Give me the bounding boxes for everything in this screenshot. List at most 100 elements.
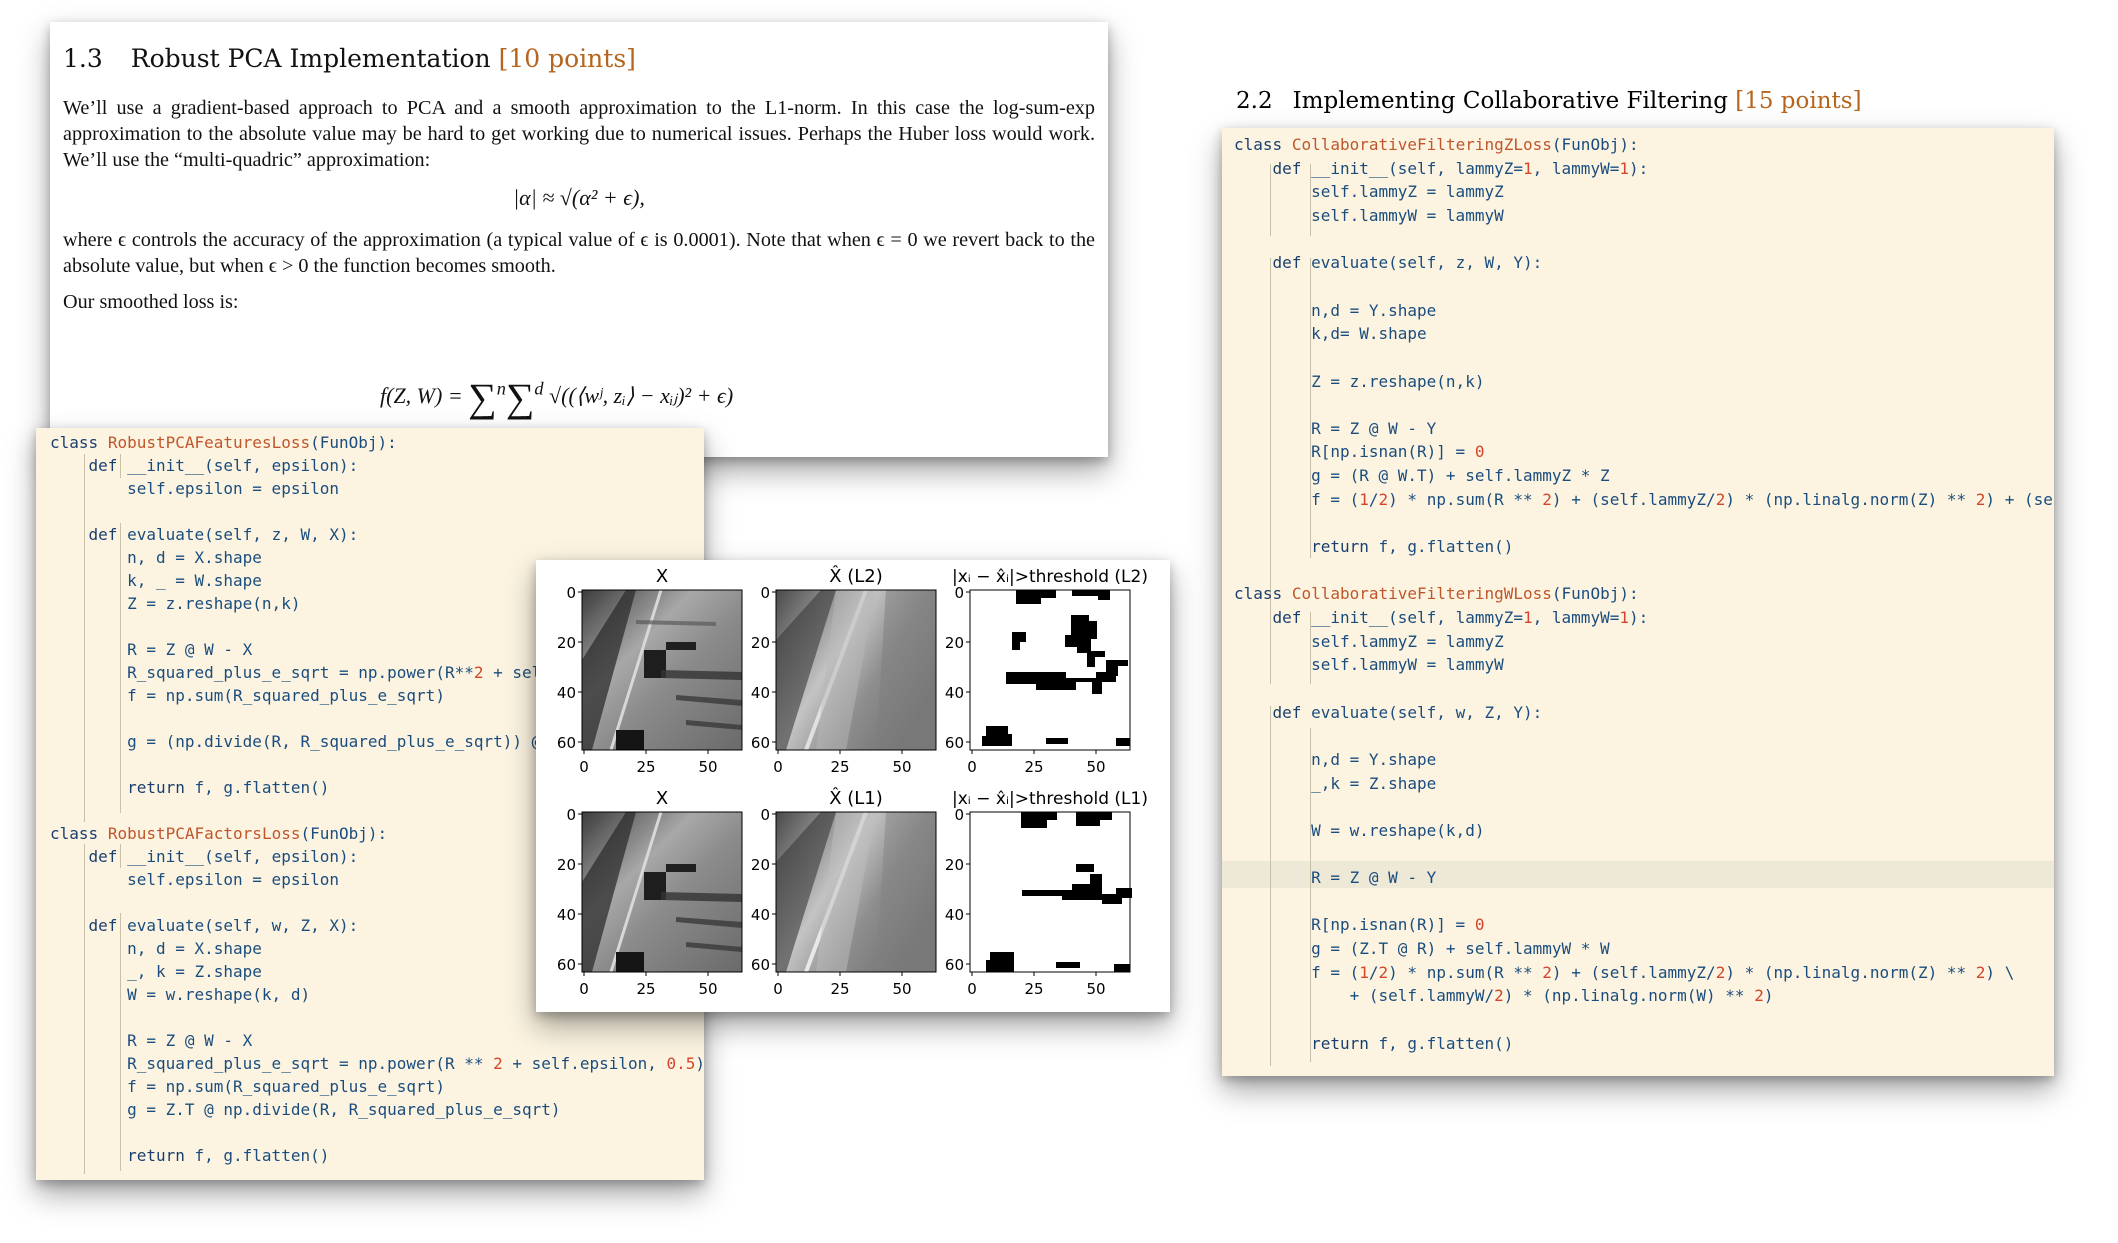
x-tick-label: 0: [773, 980, 783, 998]
x-tick-label: 0: [773, 758, 783, 776]
cf-code-line: R = Z @ W - Y: [1234, 868, 1437, 888]
cf-code-line: def __init__(self, lammyZ=1, lammyW=1):: [1272, 608, 1649, 627]
cf-code-line: n,d = Y.shape: [1234, 300, 1437, 320]
pca-code-line: R_squared_plus_e_sqrt = np.power(R**2 + …: [50, 663, 551, 682]
pca-code-line: self.epsilon = epsilon: [50, 870, 339, 889]
car-shape: [616, 952, 644, 972]
paragraph-approach: We’ll use a gradient-based approach to P…: [63, 97, 1095, 171]
cf-section-heading: 2.2 Implementing Collaborative Filtering …: [1222, 80, 1894, 128]
cf-code-line: self.lammyZ = lammyZ: [1234, 182, 1504, 202]
x-tick-label: 0: [967, 980, 977, 998]
x-tick-label: 50: [892, 980, 911, 998]
sum-upper-d: d: [534, 378, 544, 399]
pca-code-line: k, _ = W.shape: [50, 571, 262, 590]
cf-code-line: return f, g.flatten(): [1311, 1033, 1514, 1053]
y-tick-label: 0: [954, 584, 964, 602]
subplot-title: X: [656, 788, 668, 809]
section-number: 1.3: [63, 44, 103, 73]
subplot-xhat-l1: [775, 811, 937, 973]
subplot-xhat-l2: [775, 589, 937, 751]
equation-lhs: f(Z, W) =: [380, 383, 469, 408]
pca-code-line: def evaluate(self, w, Z, X):: [88, 916, 359, 935]
y-tick-label: 60: [945, 956, 964, 974]
cf-code-line: + (self.lammyW/2) * (np.linalg.norm(W) *…: [1234, 986, 1774, 1006]
y-tick-label: 20: [945, 856, 964, 874]
section-points: [10 points]: [498, 44, 636, 73]
x-tick-label: 50: [698, 980, 717, 998]
sum-upper-n: n: [496, 378, 506, 399]
x-tick-label: 50: [698, 758, 717, 776]
cf-code-line: R[np.isnan(R)] = 0: [1234, 442, 1485, 462]
y-tick-label: 0: [566, 806, 576, 824]
y-tick-label: 60: [751, 734, 770, 752]
pca-code-line: return f, g.flatten(): [127, 1146, 330, 1165]
subplot-title: X̂ (L2): [829, 566, 883, 587]
pca-code-line: def __init__(self, epsilon):: [88, 456, 359, 475]
y-tick-label: 60: [557, 956, 576, 974]
cf-code-line: k,d= W.shape: [1234, 324, 1427, 344]
cf-code-line: self.lammyW = lammyW: [1234, 205, 1504, 225]
pca-code-line: def evaluate(self, z, W, X):: [88, 525, 359, 544]
pca-code-line: class RobustPCAFeaturesLoss(FunObj):: [50, 433, 397, 452]
cf-section-title: Implementing Collaborative Filtering: [1292, 88, 1728, 114]
y-tick-label: 20: [557, 634, 576, 652]
pca-code-line: R = Z @ W - X: [50, 1031, 253, 1050]
cf-code-line: g = (R @ W.T) + self.lammyZ * Z: [1234, 466, 1610, 486]
y-tick-label: 40: [751, 906, 770, 924]
paragraph-loss: Our smoothed loss is:: [63, 291, 239, 313]
subplot-x-bottom: [581, 811, 743, 973]
y-tick-label: 0: [760, 806, 770, 824]
cf-code-line: def __init__(self, lammyZ=1, lammyW=1):: [1272, 158, 1649, 178]
y-tick-label: 60: [557, 734, 576, 752]
x-tick-label: 25: [830, 980, 849, 998]
pca-code-line: f = np.sum(R_squared_plus_e_sqrt): [50, 686, 445, 705]
y-tick-label: 40: [751, 684, 770, 702]
sum-symbol-j: ∑: [505, 375, 535, 420]
x-tick-label: 50: [1086, 980, 1105, 998]
x-tick-label: 0: [579, 980, 589, 998]
cf-code-line: class CollaborativeFilteringWLoss(FunObj…: [1234, 584, 1639, 604]
pca-code-line: class RobustPCAFactorsLoss(FunObj):: [50, 824, 388, 843]
cf-code-line: def evaluate(self, w, Z, Y):: [1272, 702, 1543, 722]
cf-code-line: return f, g.flatten(): [1311, 537, 1514, 557]
reconstruction-figure: X 0 20 40 60 0 25 50 X̂ (L2) 0 20 40 60 0 25 50 |xᵢ − x̂…: [536, 560, 1170, 1012]
pca-code-line: W = w.reshape(k, d): [50, 985, 311, 1004]
section-heading: 1.3 Robust PCA Implementation [10 points]: [63, 44, 1095, 73]
y-tick-label: 0: [566, 584, 576, 602]
car-shape: [616, 730, 644, 750]
cf-code-line: g = (Z.T @ R) + self.lammyW * W: [1234, 939, 1610, 959]
y-tick-label: 40: [557, 684, 576, 702]
pca-code-line: g = (np.divide(R, R_squared_plus_e_sqrt)…: [50, 732, 561, 751]
pca-code-line: R_squared_plus_e_sqrt = np.power(R ** 2 …: [50, 1054, 704, 1073]
x-tick-label: 25: [636, 758, 655, 776]
subplot-threshold-l1: [969, 811, 1132, 973]
x-tick-label: 25: [1024, 980, 1043, 998]
y-tick-label: 40: [557, 906, 576, 924]
equation-smoothed-loss: f(Z, W) = ∑n∑d √((⟨wʲ, zᵢ⟩ − xᵢⱼ)² + ϵ): [380, 374, 733, 421]
cf-section-points: [15 points]: [1735, 88, 1862, 114]
cf-code-line: def evaluate(self, z, W, Y):: [1272, 253, 1543, 273]
cf-code-line: f = (1/2) * np.sum(R ** 2) + (self.lammy…: [1234, 489, 2054, 509]
y-tick-label: 40: [945, 684, 964, 702]
x-tick-label: 0: [579, 758, 589, 776]
subplot-title: |xᵢ − x̂ᵢ|>threshold (L2): [952, 567, 1148, 587]
pca-code-line: self.epsilon = epsilon: [50, 479, 339, 498]
x-tick-label: 25: [1024, 758, 1043, 776]
subplot-title: X̂ (L1): [829, 788, 883, 809]
pca-code-line: f = np.sum(R_squared_plus_e_sqrt): [50, 1077, 445, 1096]
figure-svg: X02040600 25 50X̂ (L2)02040600 25 50|xᵢ − x̂…: [557, 566, 1148, 998]
x-tick-label: 50: [1086, 758, 1105, 776]
cf-code-line: n,d = Y.shape: [1234, 749, 1437, 769]
subplot-threshold-l2: [969, 589, 1131, 751]
equation-multiquadric: |α| ≈ √(α² + ϵ),: [513, 185, 645, 210]
cf-code-panel: class CollaborativeFilteringZLoss(FunObj…: [1222, 128, 2054, 1076]
pca-code-line: def __init__(self, epsilon):: [88, 847, 359, 866]
cf-code-line: W = w.reshape(k,d): [1234, 820, 1485, 840]
pca-code-line: n, d = X.shape: [50, 939, 262, 958]
cf-code-line: self.lammyW = lammyW: [1234, 655, 1504, 675]
pca-code-line: R = Z @ W - X: [50, 640, 253, 659]
pca-code-line: return f, g.flatten(): [127, 778, 330, 797]
y-tick-label: 20: [751, 856, 770, 874]
pca-code-line: n, d = X.shape: [50, 548, 262, 567]
subplot-x-top: [581, 589, 743, 751]
